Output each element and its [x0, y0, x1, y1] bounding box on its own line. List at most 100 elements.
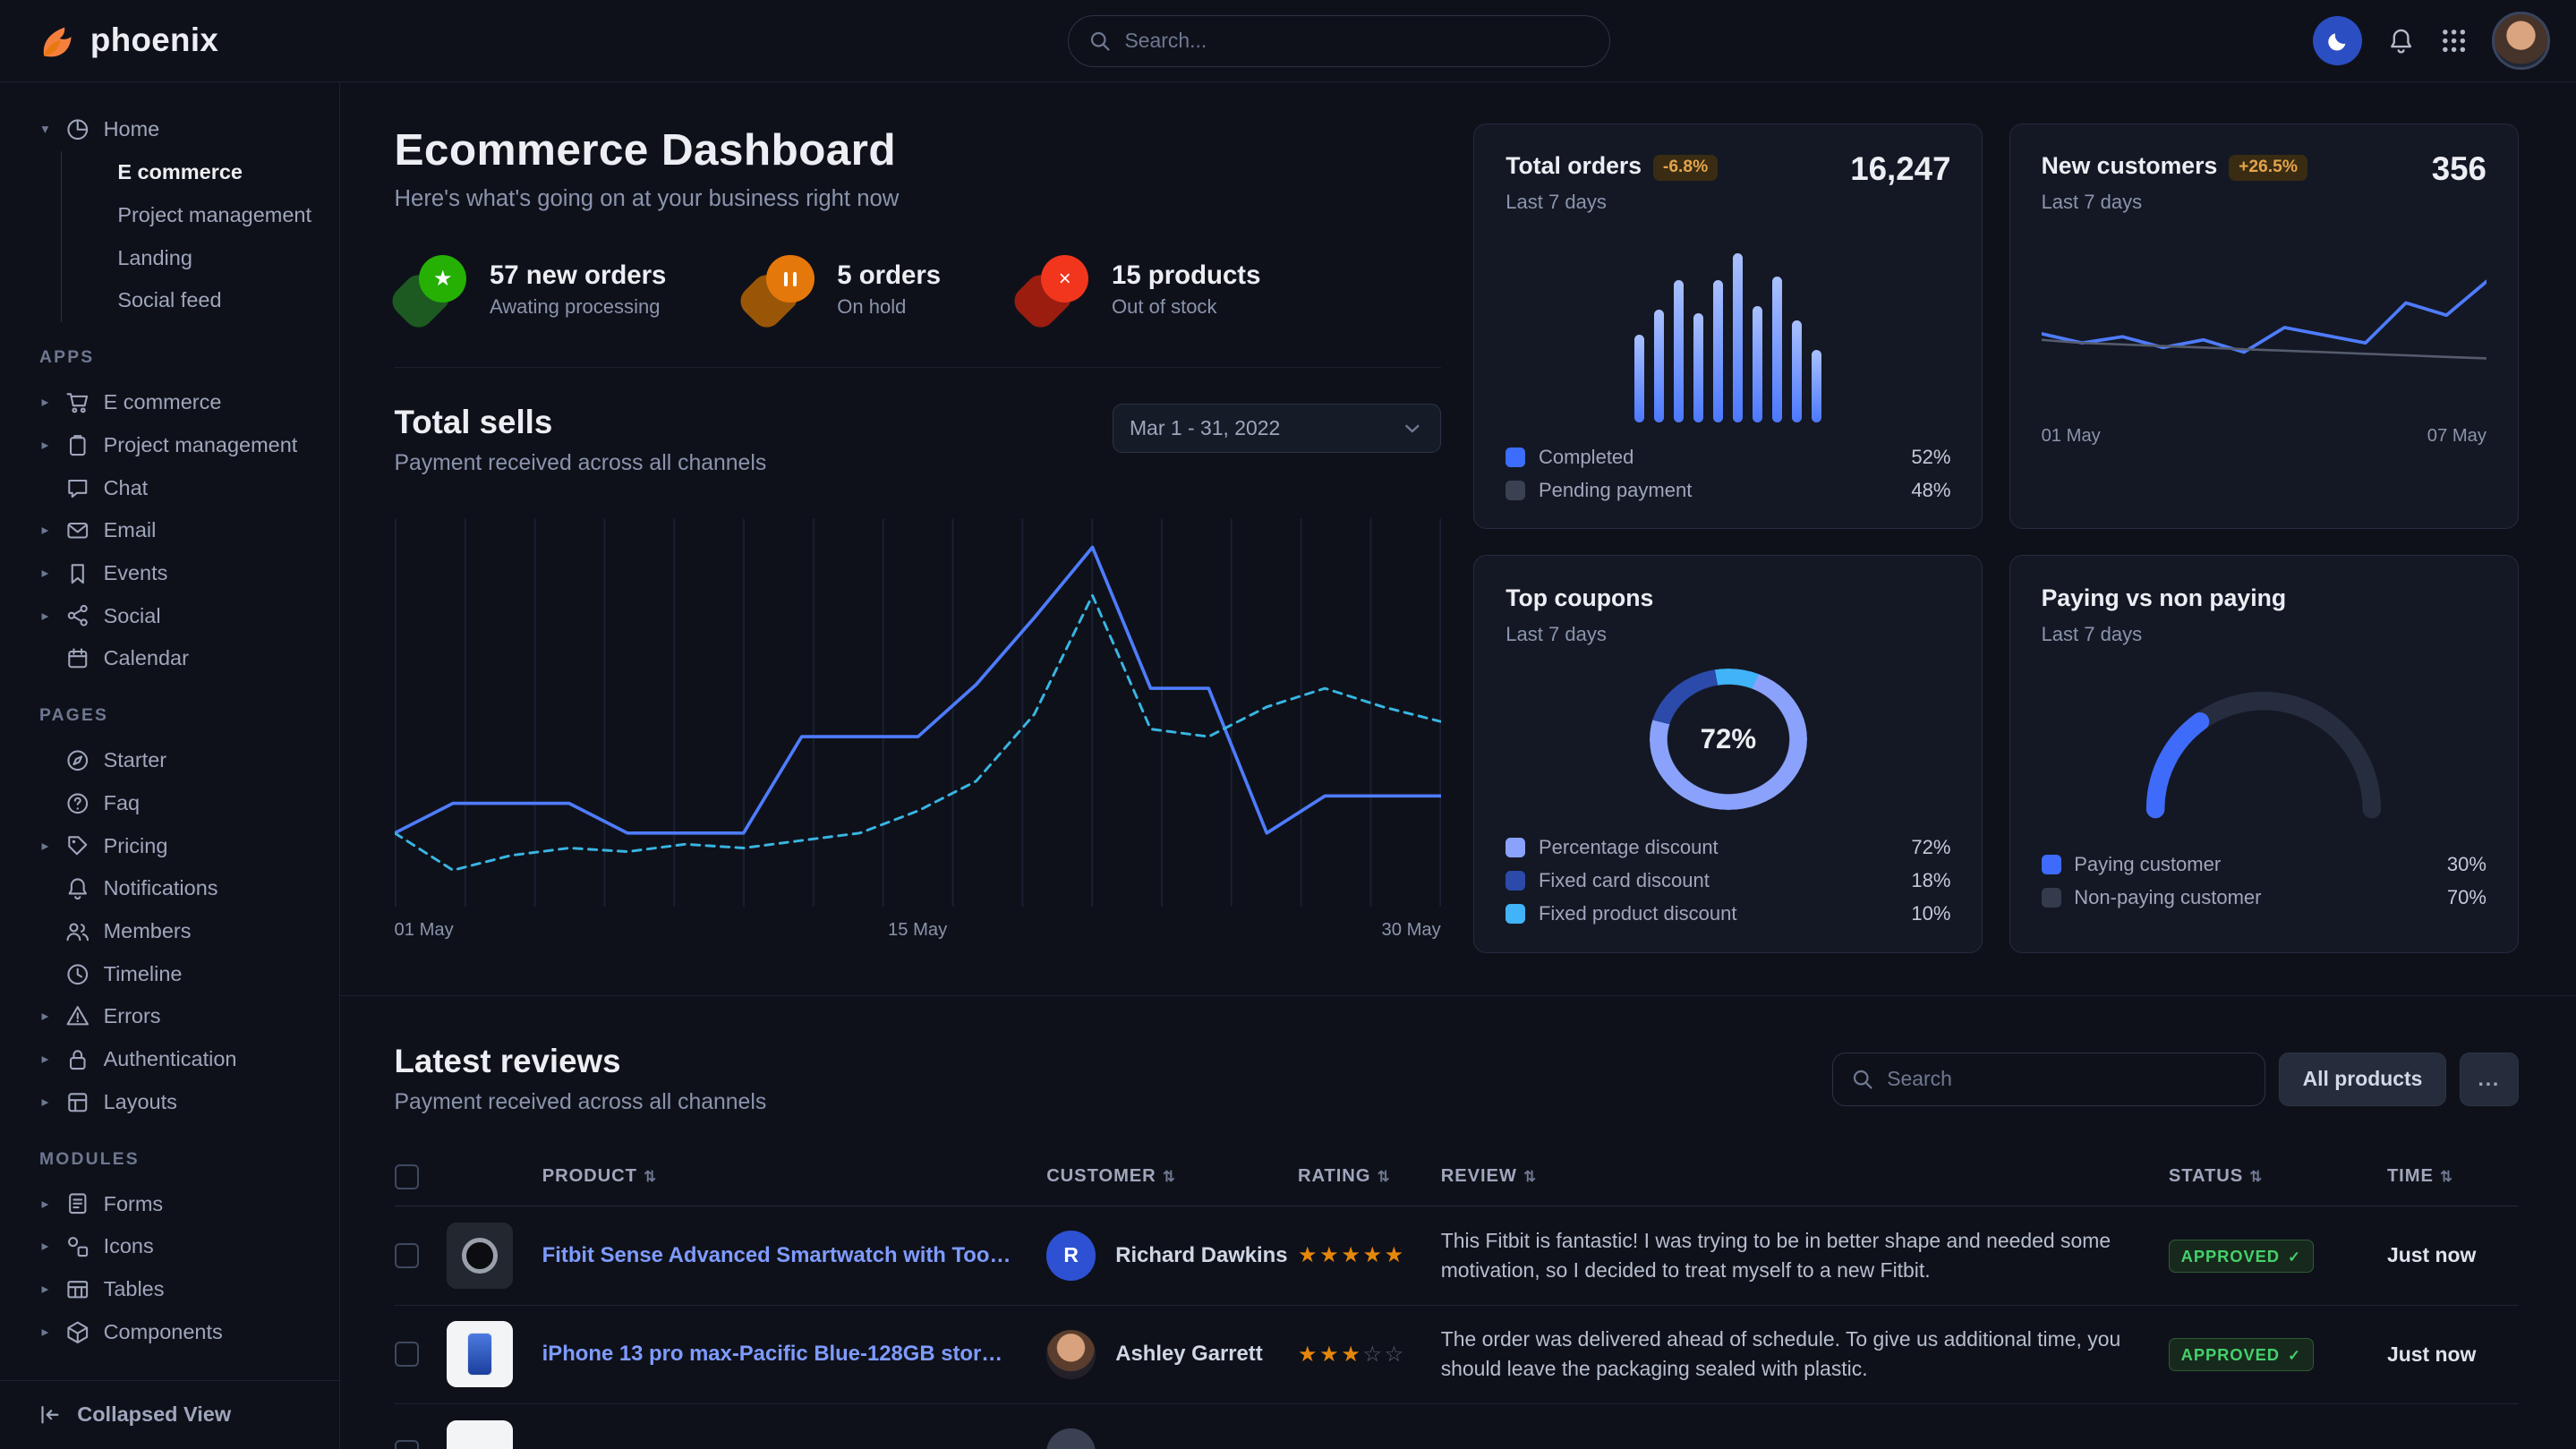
sidebar-item-calendar[interactable]: Calendar: [0, 637, 339, 680]
top-coupons-donut-chart: 72%: [1650, 669, 1807, 809]
card-total-orders: Total orders-6.8% Last 7 days 16,247 Com…: [1473, 124, 1983, 529]
sidebar-item-project-management-app[interactable]: ▸Project management: [0, 423, 339, 466]
total-orders-value: 16,247: [1850, 150, 1950, 188]
reviews-search-input[interactable]: [1887, 1067, 2247, 1091]
apps-menu-button[interactable]: [2440, 27, 2468, 55]
sidebar-item-errors[interactable]: ▸Errors: [0, 995, 339, 1038]
legend-paying-customer: Paying customer30%: [2042, 853, 2486, 876]
sidebar-item-ecommerce-dashboard[interactable]: E commerce: [62, 151, 339, 194]
all-products-filter-button[interactable]: All products: [2279, 1053, 2446, 1107]
sidebar-section-apps: APPS: [39, 348, 339, 368]
user-avatar[interactable]: [2492, 12, 2549, 69]
caret-down-icon: ▾: [38, 121, 53, 138]
sidebar-item-forms[interactable]: ▸Forms: [0, 1182, 339, 1225]
caret-right-icon: ▸: [38, 1324, 53, 1341]
sidebar-item-social[interactable]: ▸Social: [0, 594, 339, 637]
total-sells-x-axis: 01 May 15 May 30 May: [395, 920, 1441, 941]
sidebar-item-ecommerce-app[interactable]: ▸E commerce: [0, 381, 339, 424]
card-paying-vs-non-paying: Paying vs non paying Last 7 days Paying …: [2009, 555, 2519, 952]
review-text: The order was delivered ahead of schedul…: [1441, 1325, 2169, 1385]
row-checkbox[interactable]: [395, 1440, 420, 1448]
total-sells-subtitle: Payment received across all channels: [395, 451, 767, 476]
sidebar-item-home[interactable]: ▾ Home: [0, 108, 339, 151]
grid-icon: [2440, 27, 2468, 55]
status-badge: APPROVED: [2169, 1338, 2314, 1371]
sidebar-item-faq[interactable]: Faq: [0, 782, 339, 825]
reviews-search: [1832, 1053, 2266, 1107]
sidebar-item-starter[interactable]: Starter: [0, 739, 339, 782]
notifications-button[interactable]: [2387, 27, 2415, 55]
sidebar-item-authentication[interactable]: ▸Authentication: [0, 1038, 339, 1081]
share-icon: [65, 603, 90, 628]
row-checkbox[interactable]: [395, 1342, 420, 1367]
brand-name: phoenix: [90, 21, 218, 59]
theme-toggle-button[interactable]: [2313, 16, 2362, 65]
stat-out-of-stock: × 15 productsOut of stock: [1017, 255, 1261, 324]
table-icon: [65, 1277, 90, 1302]
sidebar-item-timeline[interactable]: Timeline: [0, 952, 339, 995]
sidebar-item-social-feed[interactable]: Social feed: [62, 279, 339, 322]
product-link[interactable]: Fitbit Sense Advanced Smartwatch with To…: [542, 1243, 1014, 1268]
sidebar-item-icons[interactable]: ▸Icons: [0, 1225, 339, 1268]
trend-badge: +26.5%: [2229, 155, 2307, 181]
column-header-status[interactable]: STATUS⇅: [2169, 1166, 2387, 1187]
search-icon: [1851, 1068, 1874, 1091]
card-title: New customers: [2042, 152, 2218, 179]
cart-icon: [65, 390, 90, 415]
bell-icon: [65, 876, 90, 901]
sidebar-item-landing[interactable]: Landing: [62, 236, 339, 279]
rating-stars: ★★★★★: [1298, 1242, 1441, 1268]
legend-percentage-discount: Percentage discount72%: [1506, 836, 1950, 859]
legend-fixed-product-discount: Fixed product discount10%: [1506, 902, 1950, 925]
phoenix-logo-icon: [36, 20, 77, 61]
latest-reviews-title: Latest reviews: [395, 1043, 767, 1080]
chat-icon: [65, 475, 90, 500]
customer-avatar: [1046, 1428, 1096, 1449]
app: phoenix ▾ Home E commerce Project manage…: [0, 0, 2576, 1449]
sidebar-item-members[interactable]: Members: [0, 910, 339, 953]
pie-chart-icon: [65, 117, 90, 142]
sidebar-item-tables[interactable]: ▸Tables: [0, 1268, 339, 1311]
column-header-rating[interactable]: RATING⇅: [1298, 1166, 1441, 1187]
collapsed-view-toggle[interactable]: Collapsed View: [0, 1380, 339, 1449]
sidebar-item-chat[interactable]: Chat: [0, 466, 339, 509]
star-icon: ★: [419, 255, 466, 303]
global-search-input[interactable]: [1124, 29, 1589, 53]
legend-pending: Pending payment48%: [1506, 479, 1950, 502]
legend-non-paying-customer: Non-paying customer70%: [2042, 886, 2486, 909]
sidebar-item-events[interactable]: ▸Events: [0, 552, 339, 595]
navbar-actions: [2313, 12, 2549, 69]
column-header-product[interactable]: PRODUCT⇅: [447, 1166, 1046, 1187]
reviews-table: PRODUCT⇅ CUSTOMER⇅ RATING⇅ REVIEW⇅ STATU…: [395, 1147, 2519, 1449]
trend-badge: -6.8%: [1653, 155, 1718, 181]
box-icon: [65, 1320, 90, 1345]
column-header-review[interactable]: REVIEW⇅: [1441, 1166, 2169, 1187]
form-icon: [65, 1191, 90, 1216]
sidebar-item-project-management-dashboard[interactable]: Project management: [62, 194, 339, 237]
sidebar: ▾ Home E commerce Project management Lan…: [0, 82, 340, 1449]
row-checkbox[interactable]: [395, 1243, 420, 1268]
sidebar-section-modules: MODULES: [39, 1150, 339, 1170]
collapse-icon: [38, 1402, 63, 1428]
sidebar-item-layouts[interactable]: ▸Layouts: [0, 1081, 339, 1124]
sidebar-item-email[interactable]: ▸Email: [0, 509, 339, 552]
table-row: [395, 1404, 2519, 1449]
question-circle-icon: [65, 791, 90, 816]
sort-icon: ⇅: [644, 1168, 657, 1186]
review-time: Just now: [2387, 1243, 2519, 1267]
more-options-button[interactable]: ...: [2460, 1053, 2519, 1107]
column-header-customer[interactable]: CUSTOMER⇅: [1046, 1166, 1298, 1187]
product-link[interactable]: iPhone 13 pro max-Pacific Blue-128GB sto…: [542, 1342, 1014, 1367]
global-search: [1068, 15, 1610, 68]
donut-center-value: 72%: [1650, 669, 1807, 809]
column-header-time[interactable]: TIME⇅: [2387, 1166, 2519, 1187]
brand-logo[interactable]: phoenix: [36, 20, 218, 61]
sidebar-item-notifications[interactable]: Notifications: [0, 867, 339, 910]
sidebar-item-components[interactable]: ▸Components: [0, 1310, 339, 1353]
sidebar-item-pricing[interactable]: ▸Pricing: [0, 824, 339, 867]
caret-right-icon: ▸: [38, 608, 53, 625]
select-all-checkbox[interactable]: [395, 1164, 420, 1189]
chevron-down-icon: [1401, 417, 1424, 440]
total-orders-bar-chart: [1506, 240, 1950, 422]
date-range-select[interactable]: Mar 1 - 31, 2022: [1113, 404, 1441, 453]
